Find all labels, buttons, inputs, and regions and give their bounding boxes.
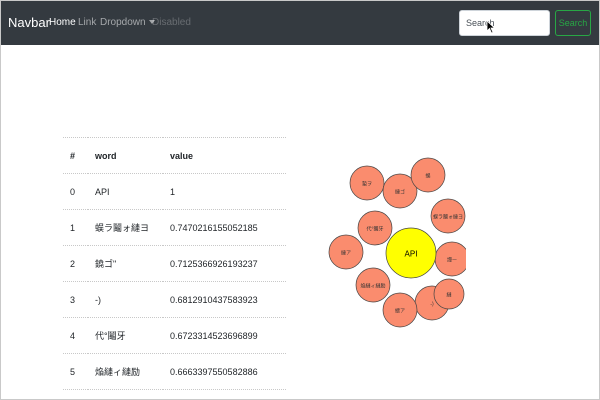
bubble-label: 縺ア xyxy=(341,250,351,257)
row-value: 0.6723314523696899 xyxy=(163,317,286,354)
search-button[interactable]: Search xyxy=(555,10,591,36)
bubble[interactable]: 縺 xyxy=(433,278,465,310)
nav-dropdown-label: Dropdown xyxy=(100,17,146,28)
nav-link-home[interactable]: Home xyxy=(49,17,76,28)
bubble[interactable]: 蜈 xyxy=(410,157,446,193)
row-index: 2 xyxy=(63,245,88,282)
row-index: 3 xyxy=(63,281,88,318)
row-value: 0.6663397550582886 xyxy=(163,353,286,390)
table-row: 2 鐃ゴ" 0.7125366926193237 xyxy=(63,245,286,282)
bubble[interactable]: 譁ー xyxy=(434,241,466,277)
table-row: 0 API 1 xyxy=(63,173,286,210)
bubble-label: 蜈ラ鬮ォ縺ヨ xyxy=(433,214,463,221)
bubble-label: 縺ゴ xyxy=(395,189,405,196)
browser-frame: Navbar Home Link Dropdown Disabled Searc… xyxy=(0,0,600,400)
row-index: 0 xyxy=(63,173,88,210)
bubble[interactable]: 縺ア xyxy=(328,234,364,270)
bubble-label: 焔縺ィ縺励 xyxy=(360,283,385,290)
bubble[interactable]: 蟄ヲ xyxy=(349,165,385,201)
table-row: 5 焔縺ィ縺励 0.6663397550582886 xyxy=(63,353,286,390)
row-index: 4 xyxy=(63,317,88,354)
bubble[interactable]: 繧ア xyxy=(382,292,418,328)
navbar-brand[interactable]: Navbar xyxy=(8,15,50,30)
row-value: 0.6812910437583923 xyxy=(163,281,286,318)
table-row: 1 蜈ラ鬮ォ縺ヨ 0.7470216155052185 xyxy=(63,209,286,246)
bubble-label: -) xyxy=(430,302,434,308)
word-bubble-chart: 蟄ヲ 縺ゴ 蜈 蜈ラ鬮ォ縺ヨ 譁ー -) 繧ア 焔縺ィ縺励 縺ア 代°鬮牙 縺 … xyxy=(328,157,466,328)
bubble[interactable]: 代°鬮牙 xyxy=(357,210,393,246)
bubble[interactable]: 焔縺ィ縺励 xyxy=(355,267,391,303)
nav-link-link[interactable]: Link xyxy=(78,17,96,28)
bubble[interactable]: 蜈ラ鬮ォ縺ヨ xyxy=(430,198,466,234)
search-input[interactable] xyxy=(459,10,550,36)
row-value: 1 xyxy=(163,173,286,210)
row-word: 代°鬮牙 xyxy=(88,317,163,354)
mouse-cursor-icon xyxy=(486,20,496,34)
bubble-label: 縺 xyxy=(446,292,451,299)
bubble-label: 蟄ヲ xyxy=(362,181,372,188)
nav-link-disabled: Disabled xyxy=(152,17,191,28)
table-row: 4 代°鬮牙 0.6723314523696899 xyxy=(63,317,286,354)
nav-dropdown-toggle[interactable]: Dropdown xyxy=(100,17,155,28)
row-value: 0.7125366926193237 xyxy=(163,245,286,282)
bubble-center[interactable]: API xyxy=(385,227,437,279)
row-word: API xyxy=(88,173,163,210)
row-word: 焔縺ィ縺励 xyxy=(88,353,163,390)
row-index: 1 xyxy=(63,209,88,246)
header-word: word xyxy=(88,137,163,174)
row-word: 鐃ゴ" xyxy=(88,245,163,282)
bubble-center-label: API xyxy=(405,250,418,259)
bubble-label: 蜈 xyxy=(425,173,430,180)
words-table: # word value 0 API 1 1 蜈ラ鬮ォ縺ヨ 0.74702161… xyxy=(63,137,286,390)
bubble-label: 譁ー xyxy=(447,257,457,264)
bubble-label: 代°鬮牙 xyxy=(367,226,384,233)
bubble-label: 繧ア xyxy=(395,308,405,315)
navbar: Navbar Home Link Dropdown Disabled Searc… xyxy=(1,1,599,45)
table-header-row: # word value xyxy=(63,137,286,174)
table-row: 3 -) 0.6812910437583923 xyxy=(63,281,286,318)
row-value: 0.7470216155052185 xyxy=(163,209,286,246)
row-word: 蜈ラ鬮ォ縺ヨ xyxy=(88,209,163,246)
row-word: -) xyxy=(88,281,163,318)
header-value: value xyxy=(163,137,286,174)
row-index: 5 xyxy=(63,353,88,390)
header-index: # xyxy=(63,137,88,174)
